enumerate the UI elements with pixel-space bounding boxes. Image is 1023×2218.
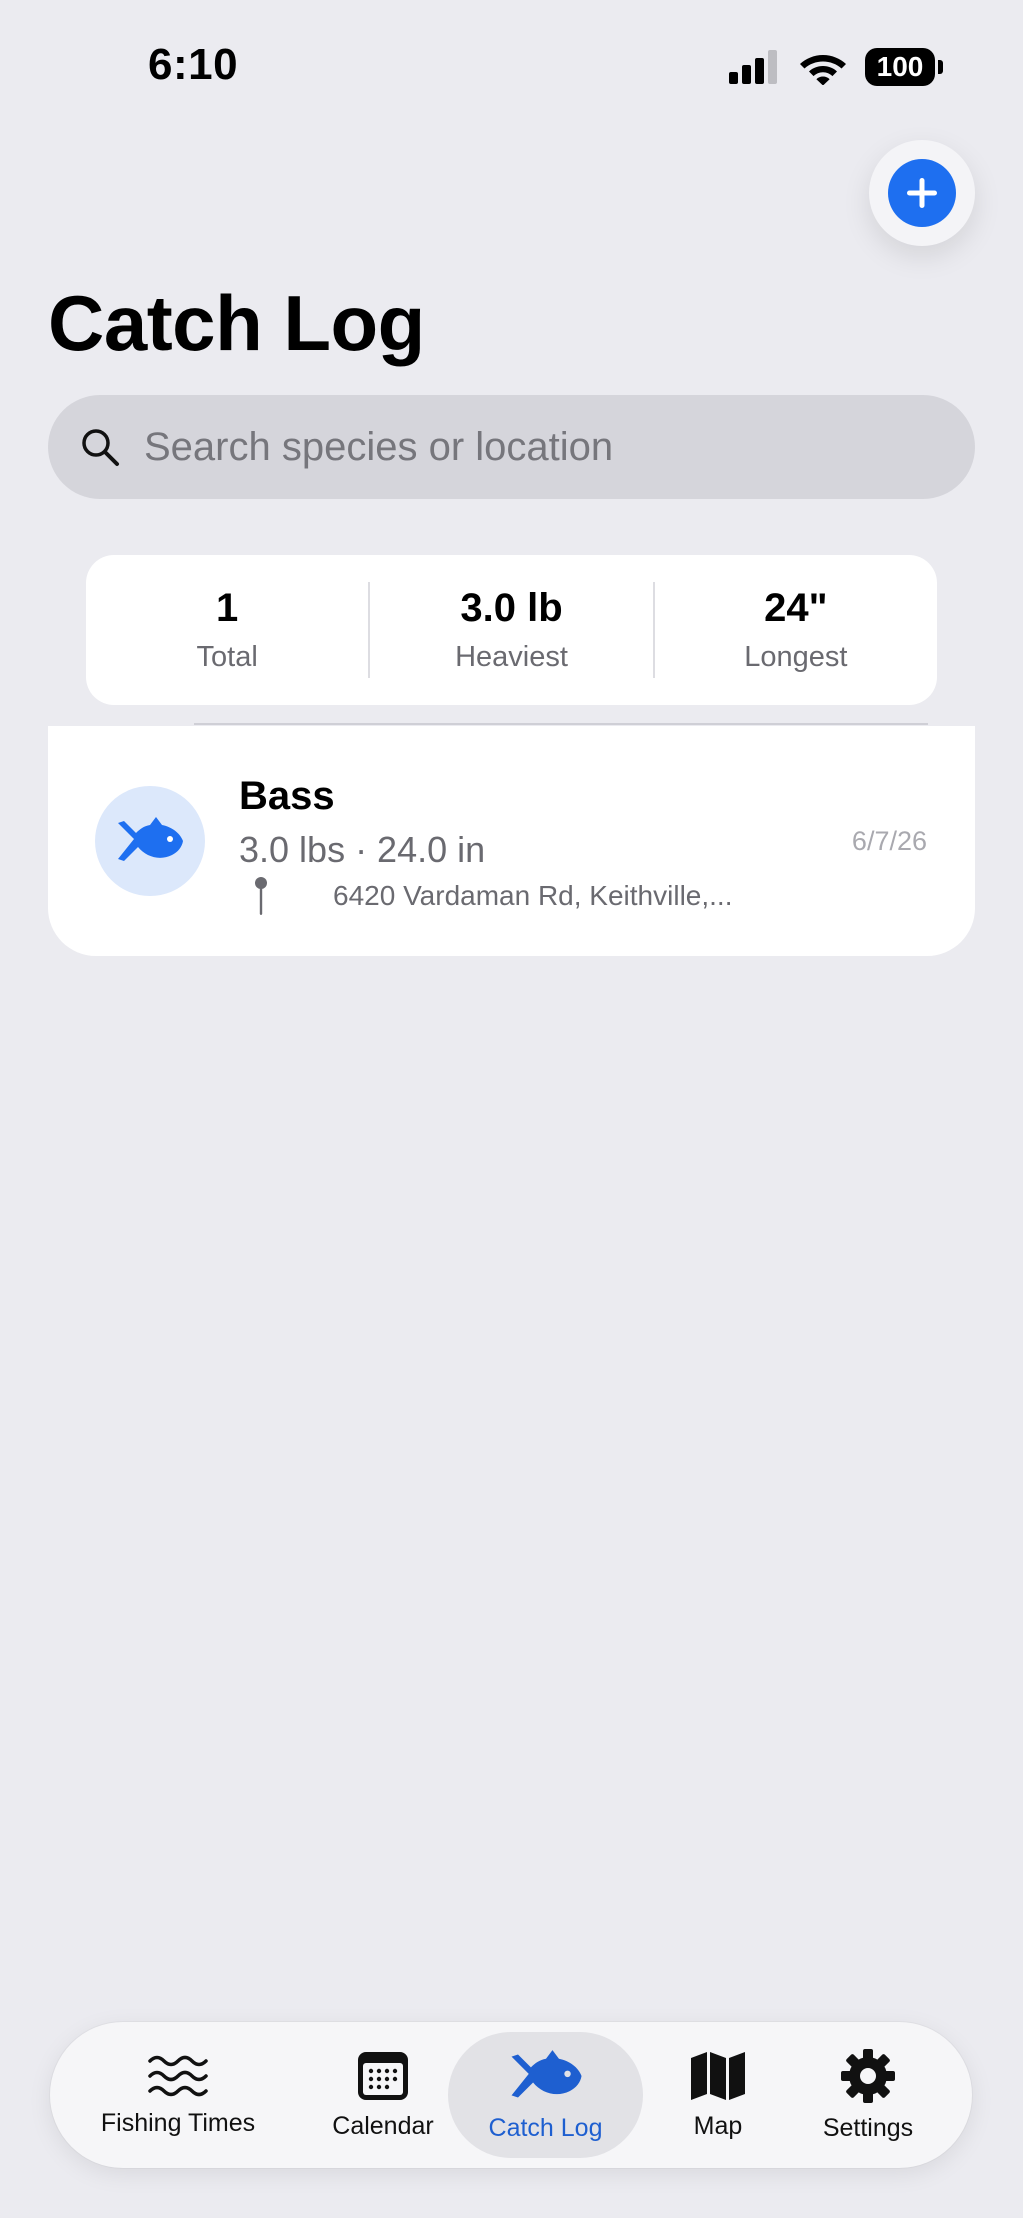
- stats-summary-card: 1 Total 3.0 lb Heaviest 24" Longest: [86, 555, 937, 705]
- status-icons: 100: [729, 48, 943, 86]
- tab-settings[interactable]: Settings: [798, 2032, 938, 2158]
- fish-badge: [95, 786, 205, 896]
- stat-value: 1: [216, 586, 239, 630]
- stat-value: 24": [764, 586, 828, 630]
- map-icon: [691, 2051, 745, 2100]
- calendar-icon: [358, 2051, 408, 2100]
- fish-icon: [511, 2049, 582, 2098]
- list-separator: [194, 723, 928, 725]
- map-pin-icon: [255, 877, 267, 915]
- status-bar: 6:10 100: [0, 0, 1023, 130]
- catch-location: 6420 Vardaman Rd, Keithville,...: [333, 880, 733, 911]
- tab-bar: Fishing Times Calendar Catch Log Map Set…: [50, 2022, 972, 2168]
- battery-icon: 100: [865, 48, 943, 86]
- catch-measurements: 3.0 lbs · 24.0 in: [239, 829, 486, 870]
- stat-heaviest: 3.0 lb Heaviest: [370, 586, 652, 674]
- wifi-icon: [800, 55, 846, 85]
- tab-label: Settings: [822, 2113, 914, 2142]
- tab-label: Catch Log: [488, 2113, 603, 2142]
- stat-total: 1 Total: [86, 586, 368, 674]
- search-input[interactable]: [142, 423, 926, 471]
- status-time: 6:10: [148, 40, 239, 89]
- add-catch-button[interactable]: [869, 140, 975, 246]
- tab-label: Fishing Times: [100, 2108, 256, 2137]
- tab-calendar[interactable]: Calendar: [308, 2032, 458, 2158]
- gear-icon: [841, 2048, 895, 2103]
- catch-list-item[interactable]: Bass 3.0 lbs · 24.0 in 6420 Vardaman Rd,…: [48, 726, 975, 956]
- tab-fishing-times[interactable]: Fishing Times: [78, 2032, 278, 2158]
- stat-label: Total: [196, 641, 258, 673]
- tab-label: Map: [693, 2111, 743, 2140]
- search-bar[interactable]: [48, 395, 975, 499]
- battery-level: 100: [876, 51, 924, 82]
- tab-label: Calendar: [332, 2111, 434, 2140]
- stat-label: Heaviest: [455, 641, 568, 673]
- page-title: Catch Log: [48, 279, 425, 367]
- plus-icon: [888, 159, 956, 227]
- search-icon: [82, 429, 119, 466]
- stat-longest: 24" Longest: [655, 586, 937, 674]
- cellular-signal-icon: [729, 50, 777, 84]
- catch-date: 6/7/26: [851, 826, 927, 856]
- waves-icon: [148, 2055, 208, 2096]
- stat-value: 3.0 lb: [460, 586, 563, 630]
- catch-species: Bass: [239, 774, 335, 818]
- stat-label: Longest: [744, 641, 848, 673]
- tab-catch-log[interactable]: Catch Log: [448, 2032, 643, 2158]
- tab-map[interactable]: Map: [658, 2032, 778, 2158]
- fish-icon: [118, 817, 183, 861]
